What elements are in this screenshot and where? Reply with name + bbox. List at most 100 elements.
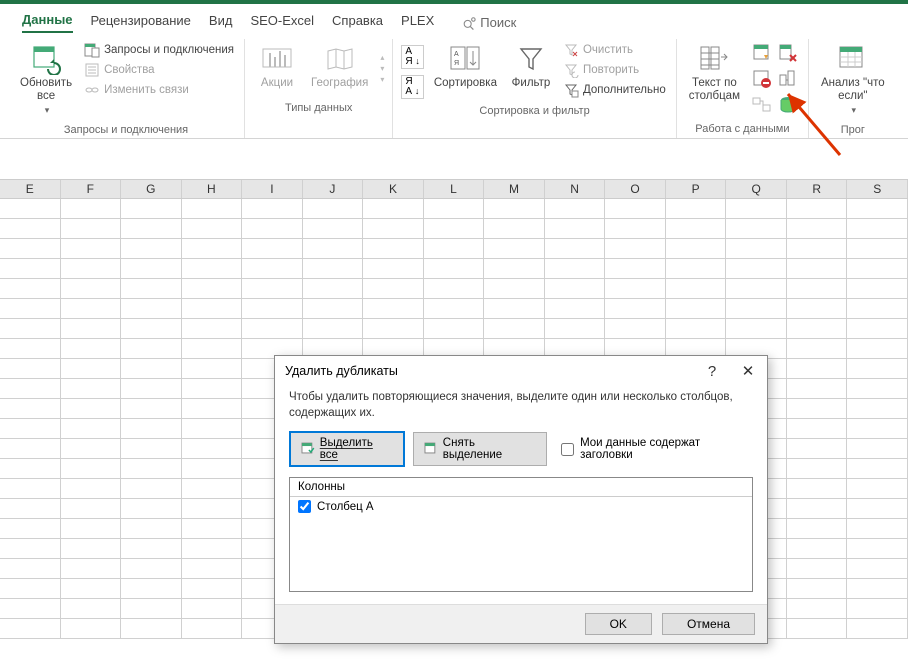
- grid-cell[interactable]: [121, 379, 182, 398]
- grid-cell[interactable]: [121, 279, 182, 298]
- grid-cell[interactable]: [545, 279, 606, 298]
- grid-cell[interactable]: [0, 199, 61, 218]
- grid-cell[interactable]: [182, 419, 243, 438]
- flash-fill-button[interactable]: [750, 41, 774, 65]
- grid-cell[interactable]: [182, 579, 243, 598]
- grid-cell[interactable]: [61, 399, 122, 418]
- text-to-columns-button[interactable]: Текст по столбцам: [685, 41, 744, 105]
- grid-cell[interactable]: [0, 579, 61, 598]
- grid-cell[interactable]: [363, 259, 424, 278]
- grid-cell[interactable]: [182, 599, 243, 618]
- grid-cell[interactable]: [787, 439, 848, 458]
- grid-cell[interactable]: [847, 219, 908, 238]
- select-all-button[interactable]: Выделить все: [289, 431, 405, 467]
- grid-cell[interactable]: [61, 579, 122, 598]
- refresh-all-button[interactable]: Обновить все ▾: [16, 41, 76, 118]
- grid-cell[interactable]: [424, 259, 485, 278]
- grid-cell[interactable]: [0, 239, 61, 258]
- grid-cell[interactable]: [242, 259, 303, 278]
- grid-cell[interactable]: [0, 299, 61, 318]
- properties-button[interactable]: Свойства: [82, 61, 236, 79]
- grid-cell[interactable]: [787, 199, 848, 218]
- grid-cell[interactable]: [0, 219, 61, 238]
- grid-cell[interactable]: [61, 199, 122, 218]
- grid-cell[interactable]: [242, 299, 303, 318]
- grid-cell[interactable]: [182, 199, 243, 218]
- grid-cell[interactable]: [121, 559, 182, 578]
- grid-cell[interactable]: [787, 579, 848, 598]
- grid-cell[interactable]: [726, 279, 787, 298]
- column-header[interactable]: L: [424, 180, 485, 198]
- manage-data-model-button[interactable]: [776, 93, 800, 117]
- grid-cell[interactable]: [182, 299, 243, 318]
- grid-cell[interactable]: [787, 319, 848, 338]
- grid-cell[interactable]: [484, 239, 545, 258]
- ok-button[interactable]: OK: [585, 613, 652, 635]
- grid-cell[interactable]: [61, 419, 122, 438]
- grid-cell[interactable]: [847, 499, 908, 518]
- grid-cell[interactable]: [787, 419, 848, 438]
- grid-cell[interactable]: [484, 299, 545, 318]
- grid-cell[interactable]: [121, 239, 182, 258]
- grid-cell[interactable]: [61, 459, 122, 478]
- tab-data[interactable]: Данные: [22, 12, 73, 33]
- remove-duplicates-button[interactable]: [776, 41, 800, 65]
- grid-cell[interactable]: [0, 559, 61, 578]
- grid-cell[interactable]: [484, 319, 545, 338]
- grid-cell[interactable]: [242, 219, 303, 238]
- grid-cell[interactable]: [303, 279, 364, 298]
- column-header[interactable]: O: [605, 180, 666, 198]
- grid-cell[interactable]: [121, 499, 182, 518]
- grid-cell[interactable]: [847, 359, 908, 378]
- grid-cell[interactable]: [61, 299, 122, 318]
- grid-cell[interactable]: [545, 299, 606, 318]
- grid-cell[interactable]: [0, 459, 61, 478]
- grid-cell[interactable]: [666, 239, 727, 258]
- grid-cell[interactable]: [847, 279, 908, 298]
- grid-cell[interactable]: [0, 599, 61, 618]
- grid-cell[interactable]: [787, 239, 848, 258]
- grid-cell[interactable]: [121, 419, 182, 438]
- grid-cell[interactable]: [121, 599, 182, 618]
- grid-cell[interactable]: [182, 239, 243, 258]
- grid-cell[interactable]: [484, 199, 545, 218]
- grid-cell[interactable]: [605, 299, 666, 318]
- grid-cell[interactable]: [121, 319, 182, 338]
- grid-cell[interactable]: [0, 319, 61, 338]
- grid-cell[interactable]: [121, 259, 182, 278]
- grid-cell[interactable]: [0, 399, 61, 418]
- tab-plex[interactable]: PLEX: [401, 13, 434, 32]
- grid-cell[interactable]: [726, 259, 787, 278]
- grid-cell[interactable]: [182, 459, 243, 478]
- grid-cell[interactable]: [363, 279, 424, 298]
- grid-cell[interactable]: [666, 259, 727, 278]
- grid-cell[interactable]: [61, 599, 122, 618]
- grid-cell[interactable]: [545, 239, 606, 258]
- grid-cell[interactable]: [424, 199, 485, 218]
- grid-cell[interactable]: [61, 219, 122, 238]
- grid-cell[interactable]: [121, 479, 182, 498]
- grid-cell[interactable]: [121, 579, 182, 598]
- grid-cell[interactable]: [182, 539, 243, 558]
- grid-cell[interactable]: [424, 219, 485, 238]
- grid-cell[interactable]: [182, 479, 243, 498]
- grid-cell[interactable]: [242, 279, 303, 298]
- more-icon[interactable]: ▾: [380, 75, 384, 84]
- column-header[interactable]: K: [363, 180, 424, 198]
- grid-cell[interactable]: [605, 279, 666, 298]
- grid-cell[interactable]: [121, 359, 182, 378]
- grid-cell[interactable]: [787, 219, 848, 238]
- grid-cell[interactable]: [847, 399, 908, 418]
- grid-cell[interactable]: [303, 219, 364, 238]
- grid-cell[interactable]: [61, 339, 122, 358]
- filter-button[interactable]: Фильтр: [507, 41, 555, 92]
- grid-cell[interactable]: [847, 599, 908, 618]
- grid-cell[interactable]: [182, 559, 243, 578]
- grid-cell[interactable]: [847, 559, 908, 578]
- grid-cell[interactable]: [182, 279, 243, 298]
- grid-cell[interactable]: [61, 259, 122, 278]
- grid-cell[interactable]: [121, 519, 182, 538]
- grid-cell[interactable]: [787, 359, 848, 378]
- grid-cell[interactable]: [61, 519, 122, 538]
- grid-cell[interactable]: [545, 219, 606, 238]
